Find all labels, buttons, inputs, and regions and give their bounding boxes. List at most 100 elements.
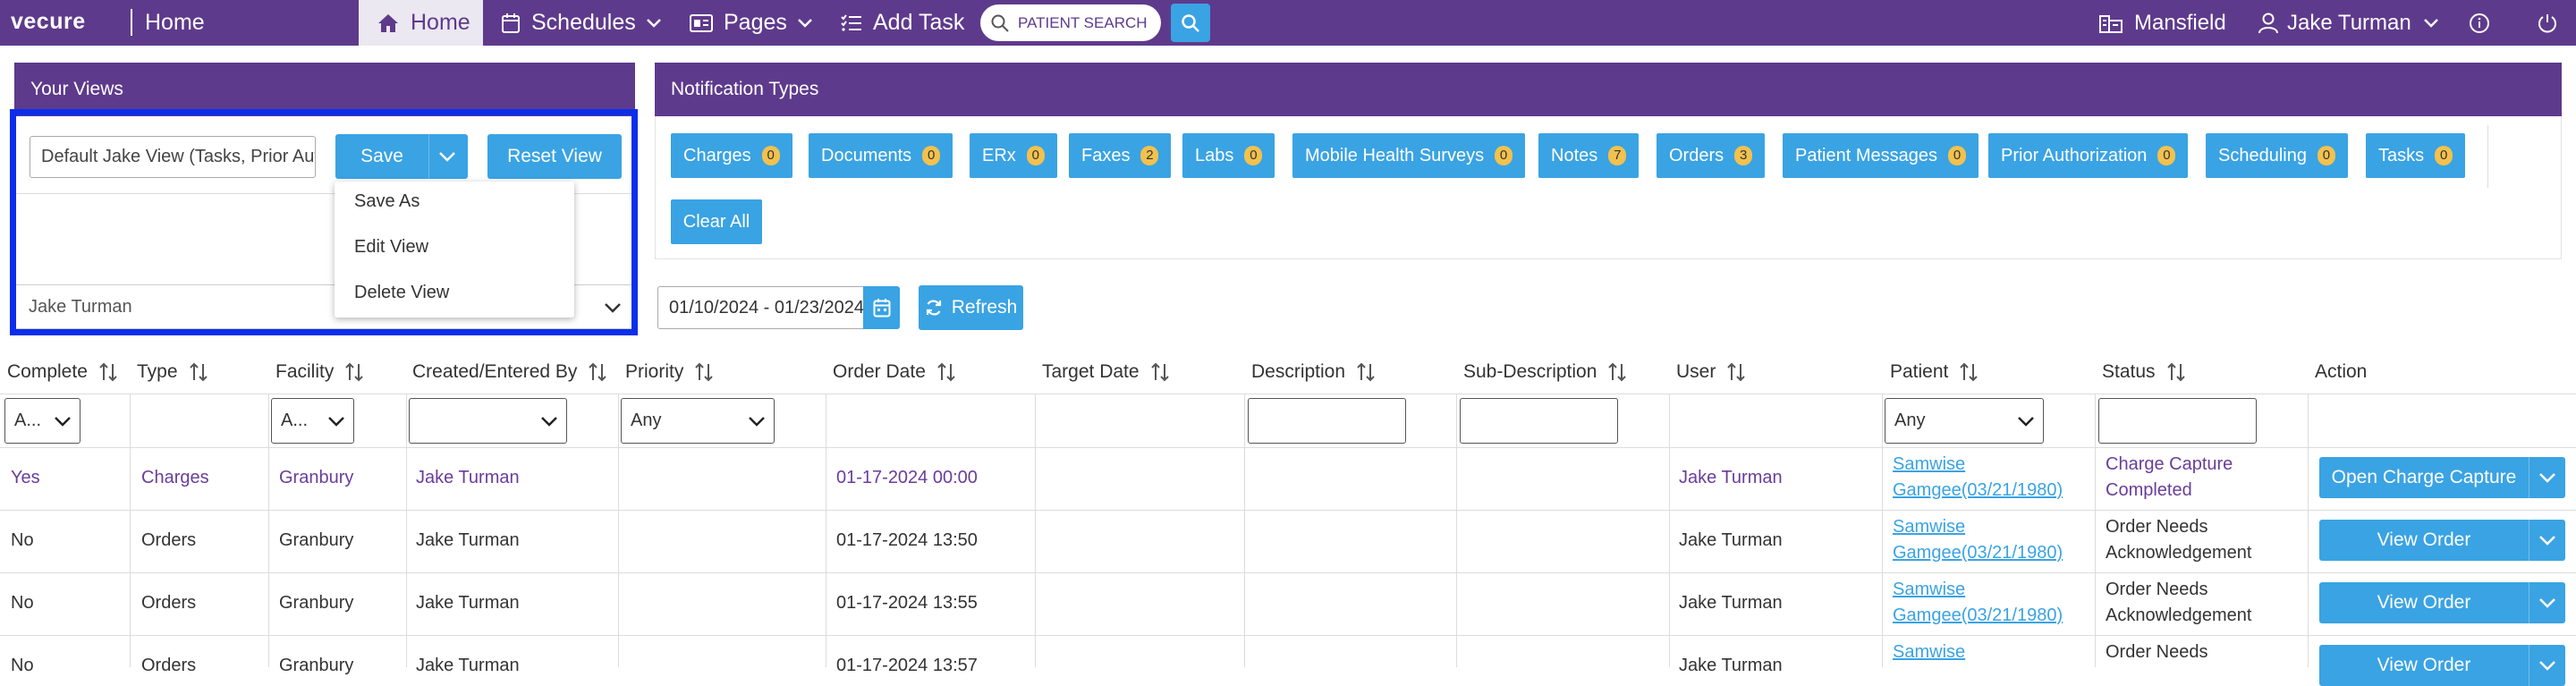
sort-icon[interactable] <box>1959 362 1979 382</box>
chevron-down-icon <box>798 18 812 28</box>
nav-pages[interactable]: Pages <box>690 0 812 46</box>
status-text: Acknowledgement <box>2106 543 2252 563</box>
menu-item-edit-view[interactable]: Edit View <box>354 237 428 258</box>
col-header-facility[interactable]: Facility <box>275 361 364 383</box>
nav-schedules[interactable]: Schedules <box>501 0 661 46</box>
cell-facility: Granbury <box>279 593 354 613</box>
open-charge-capture-button[interactable]: Open Charge Capture <box>2319 457 2565 498</box>
complete-filter[interactable]: A... <box>4 398 80 444</box>
view-order-button[interactable]: View Order <box>2319 520 2565 561</box>
sort-icon[interactable] <box>694 362 714 382</box>
save-button[interactable]: Save <box>335 134 468 179</box>
cell-type: Orders <box>141 530 197 550</box>
patient-link[interactable]: Samwise <box>1893 639 1965 665</box>
patient-link[interactable]: Samwise Gamgee(03/21/1980) <box>1893 452 2063 504</box>
user-menu[interactable]: Jake Turman <box>2258 0 2438 46</box>
menu-item-save-as[interactable]: Save As <box>354 191 419 212</box>
sort-icon[interactable] <box>1356 362 1376 382</box>
col-header-complete[interactable]: Complete <box>7 361 118 383</box>
sort-icon[interactable] <box>588 362 607 382</box>
nav-home[interactable]: Home <box>359 0 483 46</box>
status-filter[interactable] <box>2098 398 2257 444</box>
task-list-icon <box>841 13 861 31</box>
chevron-down-icon[interactable] <box>439 151 455 162</box>
sort-icon[interactable] <box>1726 362 1746 382</box>
chip-label: Tasks <box>2378 145 2425 165</box>
sort-icon[interactable] <box>2166 362 2186 382</box>
chevron-down-icon <box>2539 472 2555 483</box>
priority-filter[interactable]: Any <box>621 398 775 444</box>
info-button[interactable] <box>2469 0 2490 46</box>
chip-patient-messages[interactable]: Patient Messages 0 <box>1783 133 1979 178</box>
current-view-field[interactable]: Default Jake View (Tasks, Prior Aut <box>30 136 316 178</box>
cell-facility: Granbury <box>279 530 354 550</box>
sort-icon[interactable] <box>189 362 208 382</box>
date-range-field[interactable]: 01/10/2024 - 01/23/2024 <box>657 286 863 329</box>
chevron-down-icon <box>2018 417 2034 427</box>
col-header-order-date[interactable]: Order Date <box>833 361 956 383</box>
chip-erx[interactable]: ERx 0 <box>970 133 1057 178</box>
sub-description-filter[interactable] <box>1460 398 1618 444</box>
col-header-target-date[interactable]: Target Date <box>1042 361 1170 383</box>
action-dropdown-toggle[interactable] <box>2529 535 2565 546</box>
menu-item-delete-view[interactable]: Delete View <box>354 283 449 303</box>
chevron-down-icon <box>2539 597 2555 608</box>
col-header-status[interactable]: Status <box>2102 361 2186 383</box>
patient-search-input[interactable] <box>1018 13 1152 32</box>
chip-scheduling[interactable]: Scheduling 0 <box>2206 133 2348 178</box>
nav-add-task[interactable]: Add Task <box>841 0 964 46</box>
date-picker-button[interactable] <box>863 286 900 329</box>
action-dropdown-toggle[interactable] <box>2529 660 2565 671</box>
location-selector[interactable]: Mansfield <box>2098 0 2226 46</box>
action-label: View Order <box>2377 529 2471 550</box>
chip-faxes[interactable]: Faxes 2 <box>1069 133 1172 178</box>
app-title: Home <box>145 10 205 35</box>
chip-prior-authorization[interactable]: Prior Authorization 0 <box>1988 133 2189 178</box>
col-header-type[interactable]: Type <box>137 361 208 383</box>
header-label: Created/Entered By <box>412 361 578 382</box>
col-header-created-by[interactable]: Created/Entered By <box>412 361 607 383</box>
description-filter[interactable] <box>1248 398 1406 444</box>
chip-charges[interactable]: Charges 0 <box>671 133 792 178</box>
reset-view-button[interactable]: Reset View <box>487 134 622 179</box>
chip-notes[interactable]: Notes 7 <box>1538 133 1640 178</box>
view-order-button[interactable]: View Order <box>2319 645 2565 686</box>
header-label: Facility <box>275 361 335 382</box>
sort-icon[interactable] <box>1607 362 1627 382</box>
sort-icon[interactable] <box>344 362 364 382</box>
chip-label: Scheduling <box>2218 145 2307 165</box>
building-icon <box>2099 14 2123 33</box>
sort-icon[interactable] <box>936 362 956 382</box>
col-header-user[interactable]: User <box>1676 361 1746 383</box>
refresh-button[interactable]: Refresh <box>919 285 1023 330</box>
patient-link[interactable]: Samwise Gamgee(03/21/1980) <box>1893 514 2063 566</box>
col-header-priority[interactable]: Priority <box>625 361 714 383</box>
col-header-action: Action <box>2315 361 2367 383</box>
patient-name: Gamgee(03/21/1980) <box>1893 606 2063 625</box>
patient-link[interactable]: Samwise Gamgee(03/21/1980) <box>1893 577 2063 629</box>
count-badge: 0 <box>1244 146 1263 165</box>
chip-labs[interactable]: Labs 0 <box>1182 133 1275 178</box>
clear-all-button[interactable]: Clear All <box>671 199 762 244</box>
chip-documents[interactable]: Documents 0 <box>809 133 953 178</box>
chip-mobile-health-surveys[interactable]: Mobile Health Surveys 0 <box>1292 133 1526 178</box>
chip-orders[interactable]: Orders 3 <box>1657 133 1766 178</box>
action-dropdown-toggle[interactable] <box>2529 472 2565 483</box>
col-header-sub-description[interactable]: Sub-Description <box>1463 361 1627 383</box>
created-by-filter[interactable] <box>409 398 567 444</box>
view-order-button[interactable]: View Order <box>2319 582 2565 623</box>
facility-filter[interactable]: A... <box>271 398 354 444</box>
app-logo[interactable]: vecure <box>11 9 86 35</box>
col-header-description[interactable]: Description <box>1251 361 1376 383</box>
sort-icon[interactable] <box>98 362 118 382</box>
header-label: Target Date <box>1042 361 1140 382</box>
col-header-patient[interactable]: Patient <box>1890 361 1979 383</box>
chip-tasks[interactable]: Tasks 0 <box>2366 133 2466 178</box>
sort-icon[interactable] <box>1150 362 1170 382</box>
chevron-down-icon <box>646 18 661 28</box>
action-dropdown-toggle[interactable] <box>2529 597 2565 608</box>
power-button[interactable] <box>2537 0 2558 46</box>
search-button[interactable] <box>1171 4 1210 42</box>
cell-user: Jake Turman <box>1679 530 1783 550</box>
patient-filter[interactable]: Any <box>1885 398 2044 444</box>
